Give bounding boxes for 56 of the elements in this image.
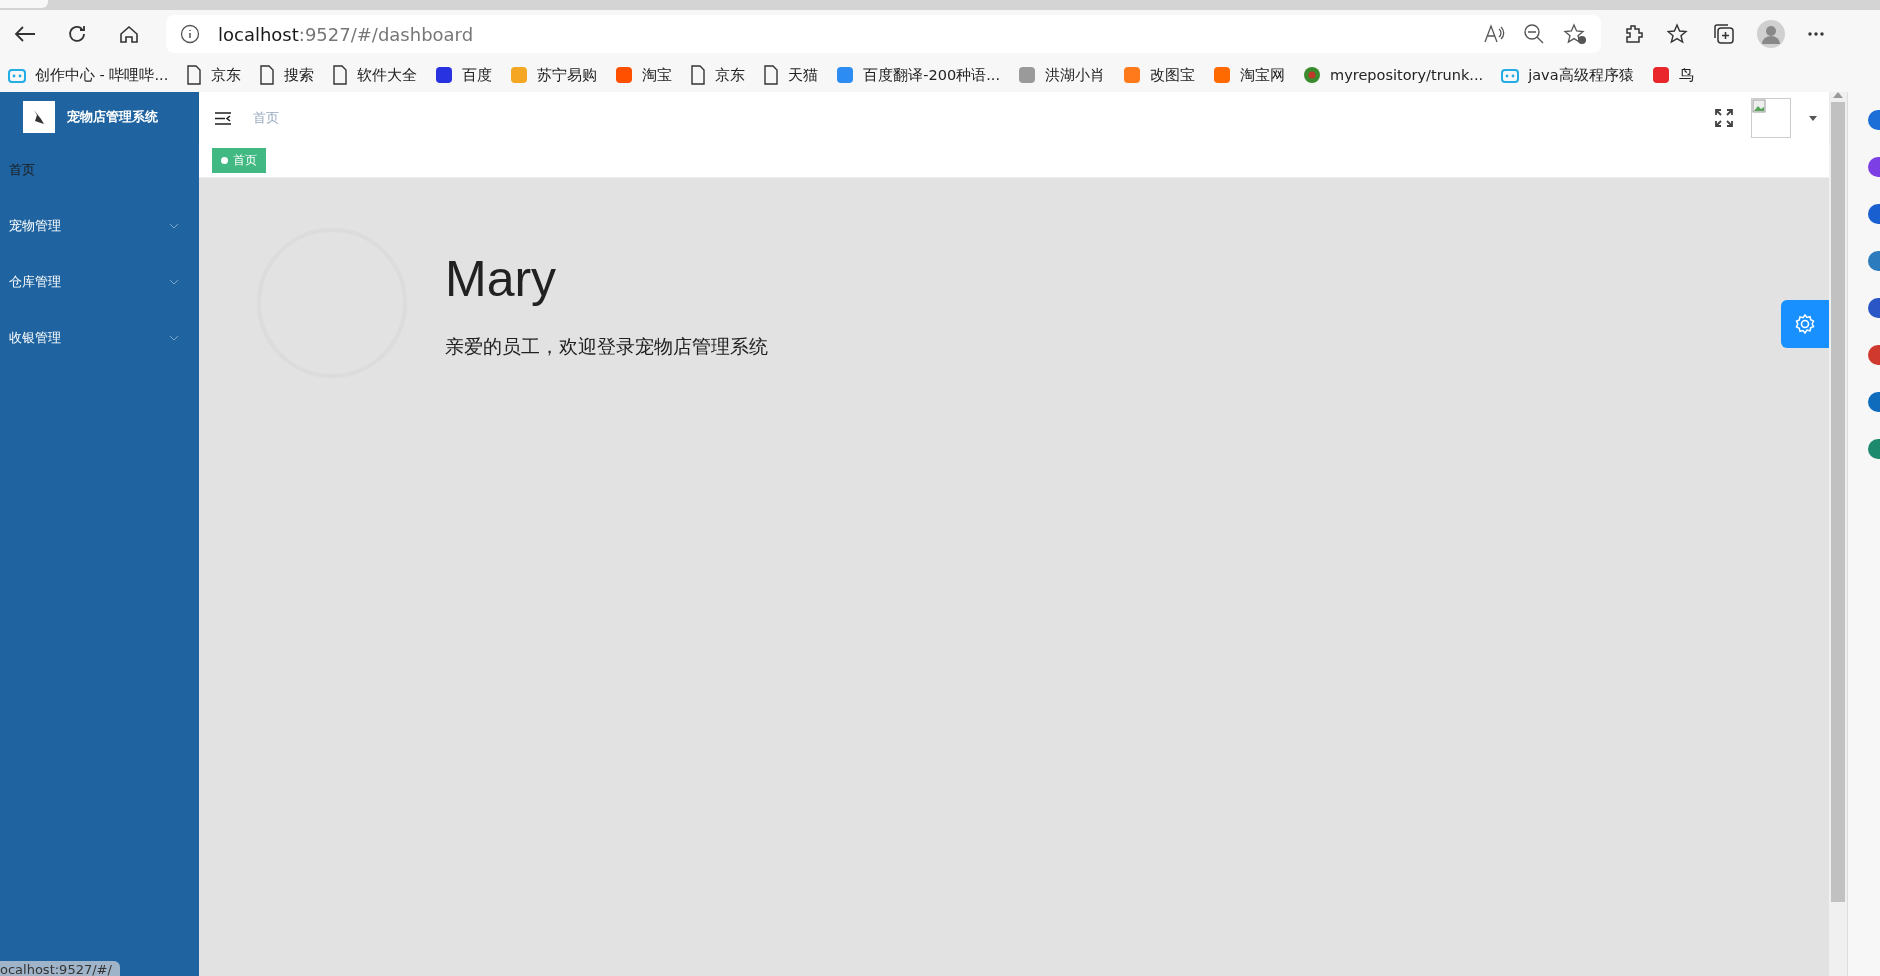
address-bar[interactable]: localhost:9527/#/dashboard [166,15,1601,53]
extensions-icon[interactable] [1623,23,1645,45]
gear-icon [1794,313,1816,335]
bookmark-item[interactable]: 创作中心 - 哔哩哔... [8,65,169,85]
welcome-text: 亲爱的员工，欢迎登录宠物店管理系统 [445,334,768,359]
bookmark-item[interactable]: 百度 [435,65,493,85]
status-url: ocalhost:9527/#/ [0,961,120,976]
bookmark-item[interactable]: 百度翻译-200种语... [836,65,1001,85]
back-arrow-icon [14,25,36,43]
chevron-down-icon [169,279,179,285]
bookmark-item[interactable]: 改图宝 [1123,65,1196,85]
page-icon [259,65,276,85]
collections-icon[interactable] [1713,23,1735,45]
chevron-down-icon [169,223,179,229]
bookmark-item[interactable]: 鸟 [1651,65,1694,85]
menu-label: 宠物管理 [9,217,61,235]
breadcrumb: 首页 [253,109,279,127]
bookmark-item[interactable]: 搜索 [259,65,315,85]
bookmark-item[interactable]: 苏宁易购 [510,65,598,85]
bookmark-item[interactable]: 洪湖小肖 [1018,65,1106,85]
bookmark-item[interactable]: java高级程序猿 [1501,65,1634,85]
info-icon [180,24,200,44]
caret-icon[interactable] [1809,115,1817,121]
menu-item[interactable]: 仓库管理 [0,254,199,310]
page-icon [186,65,203,85]
menu-label: 首页 [9,161,35,179]
logo-icon [23,101,55,133]
fullscreen-icon[interactable] [1715,109,1733,127]
page-icon [763,65,780,85]
bookmark-item[interactable]: 京东 [690,65,746,85]
user-name: Mary [445,250,558,308]
bookmark-item[interactable]: 淘宝 [615,65,673,85]
read-aloud-icon[interactable] [1483,23,1505,45]
app-title: 宠物店管理系统 [67,108,158,126]
menu-item[interactable]: 宠物管理 [0,198,199,254]
scrollbar-thumb[interactable] [1831,102,1845,902]
menu-label: 仓库管理 [9,273,61,291]
menu-collapse-icon[interactable] [215,111,231,125]
favorite-add-icon[interactable] [1563,23,1587,45]
chevron-down-icon [169,335,179,341]
bookmark-item[interactable]: myrepository/trunk... [1303,66,1484,84]
bookmark-item[interactable]: 淘宝网 [1213,65,1286,85]
page-icon [332,65,349,85]
zoom-out-icon[interactable] [1523,23,1545,45]
menu-item[interactable]: 收银管理 [0,310,199,366]
profile-icon[interactable] [1757,20,1785,48]
more-icon[interactable] [1807,31,1825,37]
reload-icon [67,24,87,44]
bookmark-item[interactable]: 软件大全 [332,65,418,85]
page-icon [690,65,707,85]
settings-button[interactable] [1781,300,1829,348]
home-icon [119,24,139,44]
bookmark-item[interactable]: 京东 [186,65,242,85]
url-text: localhost:9527/#/dashboard [218,23,474,45]
menu-label: 收银管理 [9,329,61,347]
bookmark-item[interactable]: 天猫 [763,65,819,85]
